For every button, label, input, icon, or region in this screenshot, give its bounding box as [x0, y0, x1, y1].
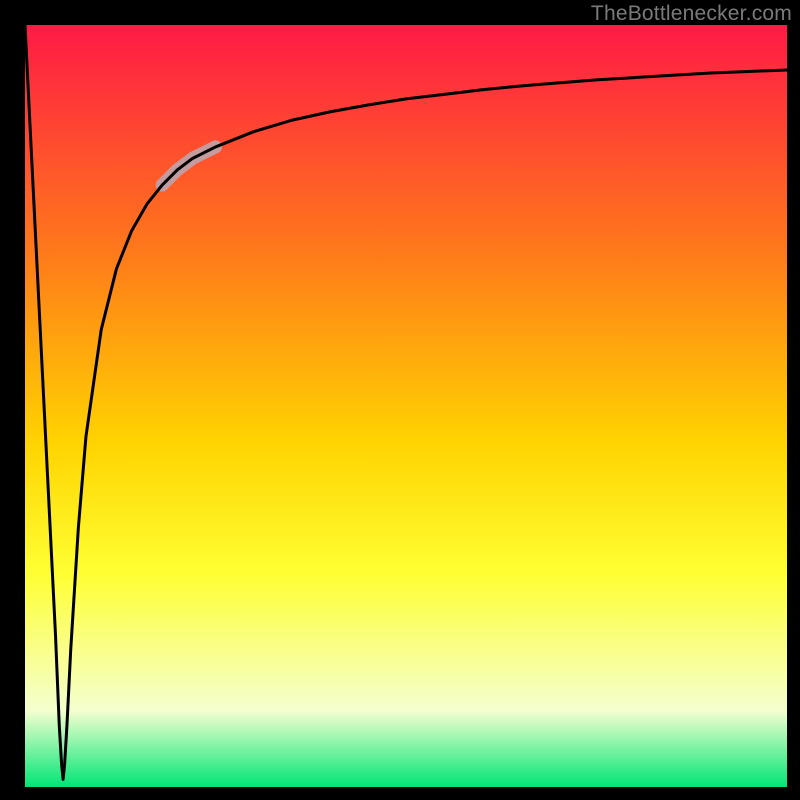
chart-plot-background — [25, 25, 787, 787]
bottleneck-chart — [0, 0, 800, 800]
watermark-text: TheBottlenecker.com — [591, 2, 792, 26]
chart-stage: TheBottlenecker.com — [0, 0, 800, 800]
